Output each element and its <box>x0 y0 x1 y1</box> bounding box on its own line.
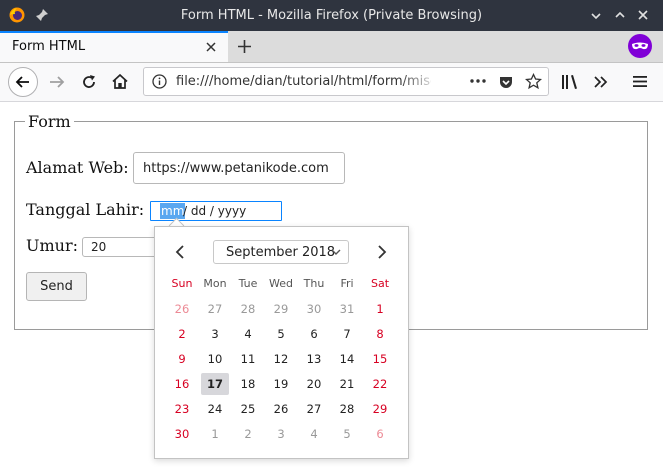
alamat-web-label: Alamat Web: <box>26 158 129 177</box>
calendar-day[interactable]: 8 <box>366 323 394 345</box>
tanggal-lahir-label: Tanggal Lahir: <box>26 200 145 219</box>
close-tab-icon[interactable] <box>205 41 217 53</box>
weekday-header: Fri <box>340 277 354 290</box>
bookmark-star-icon[interactable] <box>525 73 542 90</box>
reload-icon[interactable] <box>81 74 97 90</box>
page-actions-icon[interactable] <box>470 79 486 83</box>
home-icon[interactable] <box>111 73 129 90</box>
calendar-day[interactable]: 11 <box>234 348 262 370</box>
calendar-day[interactable]: 24 <box>201 398 229 420</box>
navigation-bar: file:///home/dian/tutorial/html/form/mis… <box>0 63 663 102</box>
forward-button[interactable] <box>48 74 66 90</box>
calendar-day[interactable]: 27 <box>201 298 229 320</box>
calendar-day[interactable]: 27 <box>300 398 328 420</box>
calendar-day[interactable]: 19 <box>267 373 295 395</box>
umur-number-input[interactable]: 20 <box>82 237 162 257</box>
alamat-web-value: https://www.petanikode.com <box>143 161 329 176</box>
calendar-day[interactable]: 4 <box>300 423 328 445</box>
send-button[interactable]: Send <box>26 272 87 301</box>
month-year-select[interactable]: September 2018 <box>213 240 349 264</box>
weekday-header: Sat <box>370 277 390 290</box>
close-window-icon[interactable] <box>637 9 649 21</box>
calendar-day[interactable]: 10 <box>201 348 229 370</box>
calendar-day[interactable]: 3 <box>201 323 229 345</box>
date-rest-segments[interactable]: / dd / yyyy <box>183 203 246 219</box>
calendar-day[interactable]: 31 <box>333 298 361 320</box>
calendar-day[interactable]: 16 <box>168 373 196 395</box>
weekday-header: Wed <box>269 277 293 290</box>
calendar-day[interactable]: 29 <box>366 398 394 420</box>
tab-form-html[interactable]: Form HTML <box>0 31 228 62</box>
window-title: Form HTML - Mozilla Firefox (Private Bro… <box>180 8 483 23</box>
overflow-chevron-icon[interactable] <box>593 75 609 89</box>
pocket-icon[interactable] <box>498 74 514 90</box>
form-legend: Form <box>28 112 71 131</box>
site-info-icon[interactable] <box>152 74 167 89</box>
calendar-day[interactable]: 9 <box>168 348 196 370</box>
calendar-day[interactable]: 20 <box>300 373 328 395</box>
calendar-day[interactable]: 13 <box>300 348 328 370</box>
chevron-down-icon <box>331 249 341 256</box>
tab-strip: Form HTML <box>0 31 663 63</box>
url-fade <box>399 70 439 93</box>
calendar-day[interactable]: 1 <box>366 298 394 320</box>
calendar-day[interactable]: 2 <box>234 423 262 445</box>
calendar-day[interactable]: 3 <box>267 423 295 445</box>
calendar-day[interactable]: 1 <box>201 423 229 445</box>
calendar-day[interactable]: 6 <box>300 323 328 345</box>
calendar-day[interactable]: 18 <box>234 373 262 395</box>
url-text[interactable]: file:///home/dian/tutorial/html/form/mis… <box>176 74 431 89</box>
minimize-icon[interactable] <box>590 10 602 22</box>
weekday-header: Tue <box>238 277 258 290</box>
calendar-day[interactable]: 15 <box>366 348 394 370</box>
calendar-day[interactable]: 21 <box>333 373 361 395</box>
datepicker-popup: September 2018 Sun Mon Tue Wed Thu Fri Sat 26 27… <box>154 226 409 459</box>
calendar-day[interactable]: 4 <box>234 323 262 345</box>
calendar-day[interactable]: 23 <box>168 398 196 420</box>
calendar-day[interactable]: 12 <box>267 348 295 370</box>
umur-value: 20 <box>91 240 107 254</box>
calendar-day[interactable]: 25 <box>234 398 262 420</box>
hamburger-menu-icon[interactable] <box>633 75 647 88</box>
umur-label: Umur: <box>26 236 78 255</box>
weekday-header: Thu <box>303 277 325 290</box>
weekday-header: Mon <box>203 277 227 290</box>
calendar-day[interactable]: 5 <box>333 423 361 445</box>
date-month-segment[interactable]: mm <box>160 203 186 219</box>
calendar-day[interactable]: 14 <box>333 348 361 370</box>
url-bar[interactable]: file:///home/dian/tutorial/html/form/mis… <box>143 67 549 96</box>
prev-month-icon[interactable] <box>175 245 185 259</box>
calendar-day[interactable]: 28 <box>234 298 262 320</box>
calendar-day[interactable]: 28 <box>333 398 361 420</box>
back-button[interactable] <box>7 66 39 98</box>
weekday-header: Sun <box>171 277 193 290</box>
private-browsing-mask-icon <box>628 34 652 58</box>
calendar-day[interactable]: 2 <box>168 323 196 345</box>
calendar-day[interactable]: 26 <box>267 398 295 420</box>
month-year-label: September 2018 <box>226 245 336 260</box>
calendar-day[interactable]: 7 <box>333 323 361 345</box>
tanggal-lahir-date-input[interactable]: mm / dd / yyyy <box>150 201 282 221</box>
calendar-day[interactable]: 22 <box>366 373 394 395</box>
calendar-day[interactable]: 26 <box>168 298 196 320</box>
calendar-day-today[interactable]: 17 <box>201 373 229 395</box>
maximize-icon[interactable] <box>614 9 626 21</box>
calendar-day[interactable]: 6 <box>366 423 394 445</box>
new-tab-icon[interactable] <box>237 39 252 54</box>
next-month-icon[interactable] <box>377 245 387 259</box>
calendar-day[interactable]: 29 <box>267 298 295 320</box>
tab-label: Form HTML <box>12 39 86 54</box>
library-icon[interactable] <box>561 74 579 90</box>
title-bar: Form HTML - Mozilla Firefox (Private Bro… <box>0 0 663 31</box>
calendar-day[interactable]: 30 <box>300 298 328 320</box>
alamat-web-input[interactable]: https://www.petanikode.com <box>133 152 345 184</box>
calendar-day[interactable]: 5 <box>267 323 295 345</box>
calendar-day[interactable]: 30 <box>168 423 196 445</box>
